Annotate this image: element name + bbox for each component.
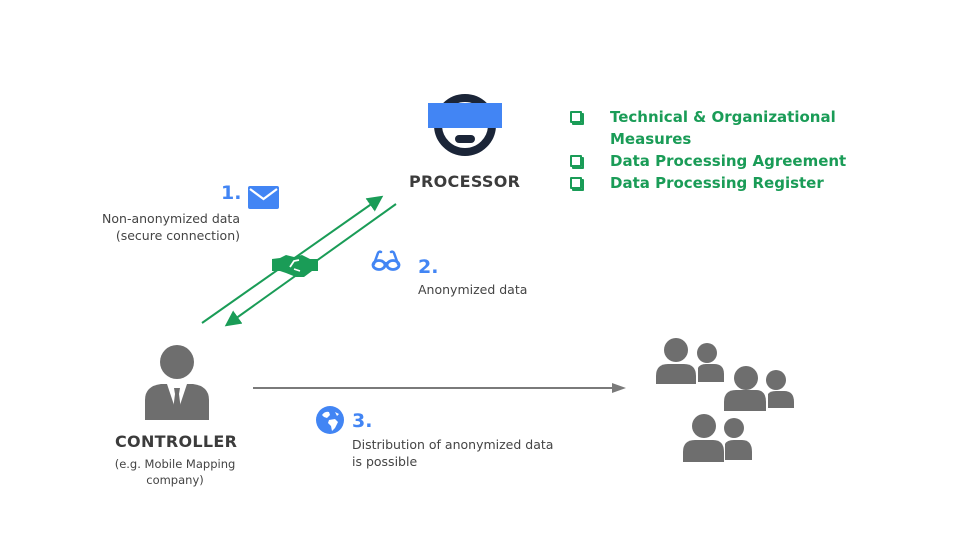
handshake-icon [272, 253, 318, 279]
distribution-arrow [250, 381, 630, 395]
checkbox-icon [570, 172, 610, 194]
processor-title: PROCESSOR [409, 172, 521, 191]
processor-icon [428, 90, 502, 160]
user-groups-icon [654, 336, 799, 466]
checklist-item-label: Data Processing Agreement [610, 152, 847, 170]
checklist-item: Technical & Organizational Measures [570, 106, 870, 150]
checklist-item-label-cont: Measures [610, 130, 692, 148]
checkbox-icon [570, 150, 610, 172]
requirements-checklist: Technical & Organizational Measures Data… [570, 106, 870, 194]
checklist-item-label: Technical & Organizational [610, 108, 836, 126]
globe-icon [316, 406, 344, 434]
step3-line1: Distribution of anonymized data [352, 437, 554, 452]
user-group-1 [656, 338, 724, 384]
user-group-2 [724, 366, 794, 411]
controller-subtitle-line1: (e.g. Mobile Mapping [114, 457, 236, 471]
checklist-item: Data Processing Agreement [570, 150, 870, 172]
step3-description: Distribution of anonymized data is possi… [352, 436, 553, 470]
step2-number: 2. [418, 256, 439, 278]
glasses-icon [370, 250, 402, 272]
controller-subtitle: (e.g. Mobile Mapping company) [105, 456, 245, 488]
user-group-3 [683, 414, 752, 462]
checklist-item: Data Processing Register [570, 172, 870, 194]
checklist-item-label: Data Processing Register [610, 174, 824, 192]
businessman-icon [143, 344, 211, 420]
step2-description: Anonymized data [418, 282, 528, 297]
controller-title: CONTROLLER [115, 432, 238, 451]
controller-subtitle-line2: company) [146, 473, 204, 487]
step3-line2: is possible [352, 454, 418, 469]
step3-number: 3. [352, 410, 373, 432]
checkbox-icon [570, 106, 610, 128]
